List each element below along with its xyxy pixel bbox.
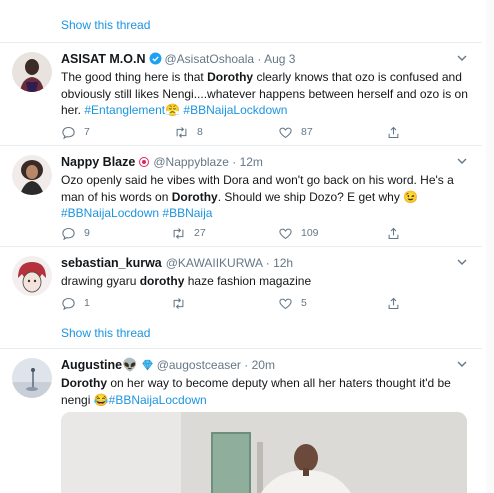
scrollbar[interactable]: [486, 0, 494, 493]
tweet-actions: 9 27 109: [61, 225, 399, 241]
divider: [0, 348, 482, 349]
author-handle[interactable]: @AsisatOshoala: [165, 52, 255, 66]
author-name[interactable]: ASISAT M.O.N: [61, 52, 146, 66]
avatar[interactable]: [12, 256, 52, 296]
share-button[interactable]: [386, 295, 409, 311]
like-icon: [279, 228, 292, 239]
author-handle[interactable]: @KAWAIIKURWA: [166, 256, 263, 270]
diamond-badge-icon: [141, 359, 154, 374]
tweet-media-image[interactable]: [61, 412, 467, 493]
author-name[interactable]: Augustine👽: [61, 358, 138, 372]
retweet-count: 27: [194, 227, 206, 239]
share-button[interactable]: [386, 225, 409, 241]
hashtag-link[interactable]: #BBNaijaLocdown: [109, 393, 207, 407]
chevron-down-icon[interactable]: [456, 256, 468, 268]
tweet[interactable]: sebastian_kurwa @KAWAIIKURWA · 12h drawin…: [0, 256, 482, 316]
tweet-actions: 1 5: [61, 295, 399, 311]
tweet-text: Ozo openly said he vibes with Dora and w…: [61, 173, 454, 220]
retweet-icon: [176, 126, 187, 138]
share-icon: [388, 227, 399, 239]
tweet-time[interactable]: Aug 3: [264, 52, 295, 66]
like-button[interactable]: 87: [278, 124, 313, 140]
retweet-icon: [173, 297, 184, 309]
tweet-header: ASISAT M.O.N @AsisatOshoala · Aug 3: [61, 52, 296, 68]
chevron-down-icon[interactable]: [456, 155, 468, 167]
tweet[interactable]: ASISAT M.O.N @AsisatOshoala · Aug 3 The g…: [0, 52, 482, 142]
show-thread-row[interactable]: Show this thread: [0, 318, 482, 356]
chevron-down-icon[interactable]: [456, 52, 468, 64]
hashtag-link[interactable]: #BBNaijaLockdown: [183, 103, 287, 117]
like-button[interactable]: 5: [278, 295, 307, 311]
reply-icon: [62, 126, 75, 139]
avatar[interactable]: [12, 358, 52, 398]
reply-count: 7: [84, 126, 90, 138]
tweet-text: The good thing here is that Dorothy clea…: [61, 70, 468, 117]
tweet-text: drawing gyaru dorothy haze fashion magaz…: [61, 274, 312, 288]
divider: [0, 42, 482, 43]
tweet[interactable]: Nappy Blaze @Nappyblaze · 12m Ozo openly …: [0, 155, 482, 241]
hashtag-link[interactable]: #BBNaijaLocdown: [61, 206, 159, 220]
tweet-header: Nappy Blaze @Nappyblaze · 12m: [61, 155, 263, 171]
tweet-time[interactable]: 20m: [252, 358, 275, 372]
avatar[interactable]: [12, 52, 52, 92]
author-handle[interactable]: @Nappyblaze: [153, 155, 229, 169]
reply-count: 1: [84, 297, 90, 309]
hashtag-link[interactable]: #BBNaija: [162, 206, 212, 220]
reply-count: 9: [84, 227, 90, 239]
retweet-button[interactable]: [171, 295, 194, 311]
retweet-button[interactable]: 8: [174, 124, 203, 140]
share-icon: [388, 126, 399, 138]
tweet-feed: Show this thread ASISAT M.O.N @AsisatOsho…: [0, 0, 494, 493]
avatar[interactable]: [12, 155, 52, 195]
like-icon: [279, 298, 292, 309]
tweet-time[interactable]: 12m: [240, 155, 263, 169]
divider: [0, 145, 482, 146]
retweet-icon: [173, 227, 184, 239]
divider: [0, 246, 482, 247]
retweet-button[interactable]: 27: [171, 225, 206, 241]
reply-icon: [62, 227, 75, 240]
tweet-header: Augustine👽 @augostceaser · 20m: [61, 358, 275, 374]
like-count: 87: [301, 126, 313, 138]
chevron-down-icon[interactable]: [456, 358, 468, 370]
tweet-time[interactable]: 12h: [273, 256, 293, 270]
like-count: 5: [301, 297, 307, 309]
hashtag-link[interactable]: #Entanglement: [84, 103, 165, 117]
reply-button[interactable]: 7: [61, 124, 90, 140]
tweet-header: sebastian_kurwa @KAWAIIKURWA · 12h: [61, 256, 294, 270]
share-icon: [388, 297, 399, 309]
author-name[interactable]: sebastian_kurwa: [61, 256, 162, 270]
show-thread-link[interactable]: Show this thread: [61, 326, 150, 340]
show-thread-link[interactable]: Show this thread: [61, 18, 150, 32]
like-icon: [279, 127, 292, 138]
verified-badge-icon: [149, 52, 162, 68]
tweet-text: Dorothy on her way to become deputy when…: [61, 376, 451, 407]
tweet-actions: 7 8 87: [61, 124, 399, 140]
reply-button[interactable]: 9: [61, 225, 90, 241]
retweet-count: 8: [197, 126, 203, 138]
like-count: 109: [301, 227, 319, 239]
author-name[interactable]: Nappy Blaze: [61, 155, 135, 169]
reply-button[interactable]: 1: [61, 295, 90, 311]
reply-icon: [62, 297, 75, 310]
share-button[interactable]: [386, 124, 409, 140]
author-handle[interactable]: @augostceaser: [157, 358, 241, 372]
bunny-badge-icon: [138, 156, 150, 171]
like-button[interactable]: 109: [278, 225, 319, 241]
